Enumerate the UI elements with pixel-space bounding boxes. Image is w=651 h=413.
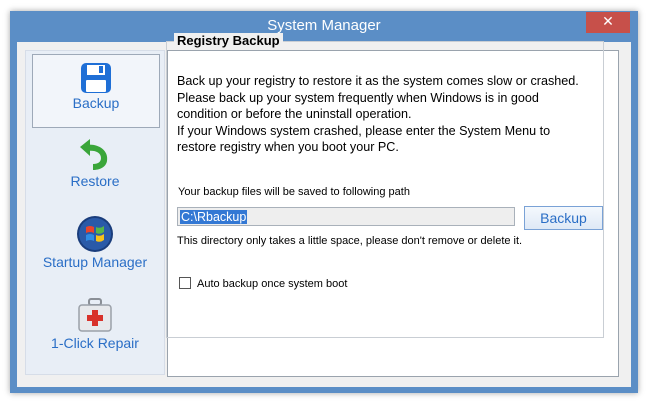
sidebar-item-backup[interactable]: Backup [32,54,160,128]
floppy-disk-icon [81,63,111,93]
sidebar-item-label: Backup [72,95,120,111]
sidebar-item-restore[interactable]: Restore [32,139,158,199]
path-note: This directory only takes a little space… [177,235,523,247]
green-restore-arrow-icon [80,139,108,170]
backup-path-value: C:\Rbackup [180,210,248,224]
app-window: System Manager ✕ Backup Restore Startup … [10,11,638,393]
auto-backup-label: Auto backup once system boot [197,278,348,290]
backup-button[interactable]: Backup [524,206,603,230]
description: Back up your registry to restore it as t… [177,73,597,156]
sidebar-item-label: Restore [70,173,120,189]
sidebar-item-startup-manager[interactable]: Startup Manager [32,214,158,284]
title-bar[interactable]: System Manager ✕ [10,11,638,41]
path-label: Your backup files will be saved to follo… [178,186,410,198]
description-line: condition or before the uninstall operat… [177,107,412,121]
auto-backup-checkbox[interactable] [179,277,191,289]
backup-path-input[interactable]: C:\Rbackup [177,207,515,226]
windows-orb-icon [77,216,113,252]
sidebar: Backup Restore Startup Manager 1-Click R… [25,50,165,375]
sidebar-item-1-click-repair[interactable]: 1-Click Repair [32,297,158,367]
sidebar-item-label: 1-Click Repair [51,335,139,351]
description-line: Please back up your system frequently wh… [177,90,539,105]
auto-backup-option[interactable]: Auto backup once system boot [179,277,347,290]
description-line: If your Windows system crashed, please e… [177,123,551,138]
group-title: Registry Backup [174,33,283,48]
window-title: System Manager [267,17,381,34]
close-button[interactable]: ✕ [586,12,630,33]
description-line: restore registry when you boot your PC. [177,140,399,154]
first-aid-kit-icon [78,298,112,332]
close-icon: ✕ [602,14,614,30]
sidebar-item-label: Startup Manager [42,254,148,270]
description-line: Back up your registry to restore it as t… [177,74,579,88]
